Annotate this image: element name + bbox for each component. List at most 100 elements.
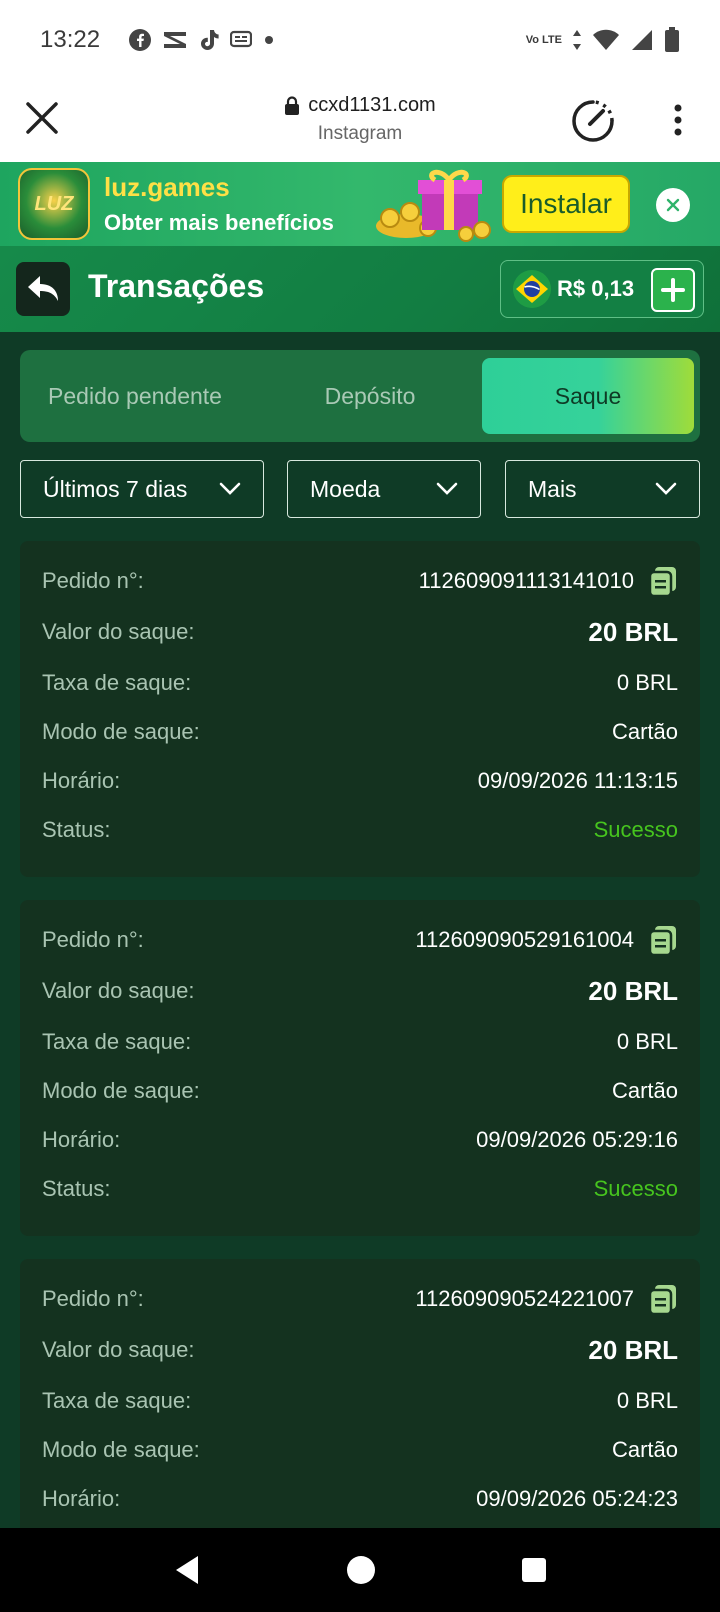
status-right: Vo LTE [526,27,680,53]
install-banner: LUZ luz.games Obter mais benefícios Inst… [0,162,720,246]
mode-value: Cartão [611,1078,678,1103]
mode-value: Cartão [611,719,678,744]
facebook-icon [129,29,152,51]
order-label: Pedido n°: [42,927,144,952]
time-row: Horário: 09/09/2026 05:24:23 [42,1484,678,1514]
mode-label: Modo de saque: [42,719,200,744]
status-time: 13:22 [40,26,101,53]
chevron-down-icon [436,482,458,495]
tab-pending[interactable]: Pedido pendente [20,358,250,434]
app-logo: LUZ [18,168,90,240]
order-label: Pedido n°: [42,568,144,593]
fee-value: 0 BRL [616,670,678,695]
fee-row: Taxa de saque: 0 BRL [42,1386,678,1416]
transaction-tabs: Pedido pendente Depósito Saque [20,350,700,442]
time-value: 09/09/2026 05:29:16 [476,1127,678,1152]
install-button[interactable]: Instalar [502,175,630,233]
order-value: 112609090524221007 [415,1283,678,1315]
fee-label: Taxa de saque: [42,1388,192,1413]
copy-icon[interactable] [648,924,678,956]
time-row: Horário: 09/09/2026 11:13:15 [42,766,678,796]
filter-more[interactable]: Mais [505,460,700,518]
page-title: Transações [88,268,265,304]
status-row: Status: Sucesso [42,1174,678,1204]
copy-icon[interactable] [648,565,678,597]
capcut-icon [164,32,187,48]
tab-withdraw[interactable]: Saque [482,358,694,434]
amount-value: 20 BRL [588,975,678,1006]
plus-icon [661,278,685,302]
fee-label: Taxa de saque: [42,1029,192,1054]
fee-row: Taxa de saque: 0 BRL [42,668,678,698]
message-icon [230,30,253,48]
status-label: Status: [42,1176,111,1201]
speed-icon[interactable] [570,98,616,144]
order-row: Pedido n°: 112609090524221007 [42,1283,678,1315]
mode-row: Modo de saque: Cartão [42,1435,678,1465]
data-arrows-icon [573,30,581,50]
dot-icon [265,36,274,44]
browser-bar: ccxd1131.com Instagram [0,80,720,162]
amount-value: 20 BRL [588,616,678,647]
status-value: Sucesso [593,1176,678,1201]
banner-subtitle: Obter mais benefícios [104,210,334,235]
fee-row: Taxa de saque: 0 BRL [42,1027,678,1057]
system-nav-bar [0,1528,720,1612]
chevron-down-icon [655,482,677,495]
amount-label: Valor do saque: [42,978,195,1003]
status-label: Status: [42,817,111,842]
banner-close-button[interactable] [656,188,690,222]
amount-label: Valor do saque: [42,1337,195,1362]
close-icon [666,198,680,212]
more-menu-icon[interactable] [664,100,692,140]
time-label: Horário: [42,1127,121,1152]
mode-label: Modo de saque: [42,1437,200,1462]
time-value: 09/09/2026 11:13:15 [477,768,678,793]
mode-label: Modo de saque: [42,1078,200,1103]
fee-value: 0 BRL [616,1388,678,1413]
time-label: Horário: [42,768,121,793]
nav-back-icon[interactable] [172,1554,202,1586]
status-app-icons [128,28,276,52]
back-button[interactable] [16,262,70,316]
fee-value: 0 BRL [616,1029,678,1054]
filter-currency-label: Moeda [310,475,381,502]
amount-value: 20 BRL [588,1334,678,1365]
wifi-icon [593,29,619,50]
time-row: Horário: 09/09/2026 05:29:16 [42,1125,678,1155]
signal-icon [632,30,652,50]
status-value: Sucesso [593,817,678,842]
back-arrow-icon [28,276,58,301]
filter-currency[interactable]: Moeda [287,460,481,518]
add-funds-button[interactable] [651,268,695,312]
amount-row: Valor do saque: 20 BRL [42,617,678,647]
tiktok-icon [201,30,219,50]
mode-row: Modo de saque: Cartão [42,717,678,747]
filter-period-label: Últimos 7 dias [43,475,188,502]
status-bar: 13:22 Vo LTE [0,0,720,80]
order-label: Pedido n°: [42,1286,144,1311]
chevron-down-icon [219,482,241,495]
nav-home-icon[interactable] [345,1554,377,1586]
app-header: Transações R$ 0,13 [0,246,720,332]
balance-box: R$ 0,13 [500,260,704,318]
order-row: Pedido n°: 112609091113141010 [42,565,678,597]
amount-row: Valor do saque: 20 BRL [42,1335,678,1365]
filter-more-label: Mais [528,475,577,502]
filter-period[interactable]: Últimos 7 dias [20,460,264,518]
url-text: ccxd1131.com [308,94,436,116]
order-value: 112609091113141010 [419,565,678,597]
gift-coins-icon [376,169,491,242]
nav-recents-icon[interactable] [520,1556,548,1584]
balance-amount: R$ 0,13 [557,276,635,301]
battery-icon [665,27,679,52]
order-row: Pedido n°: 112609090529161004 [42,924,678,956]
transaction-card: Pedido n°: 112609090529161004 Valor do s… [20,900,700,1236]
brazil-flag-icon [513,270,551,308]
transaction-card: Pedido n°: 112609091113141010 Valor do s… [20,541,700,877]
tab-deposit[interactable]: Depósito [250,358,490,434]
status-row: Status: Sucesso [42,815,678,845]
copy-icon[interactable] [648,1283,678,1315]
time-label: Horário: [42,1486,121,1511]
order-value: 112609090529161004 [415,924,678,956]
